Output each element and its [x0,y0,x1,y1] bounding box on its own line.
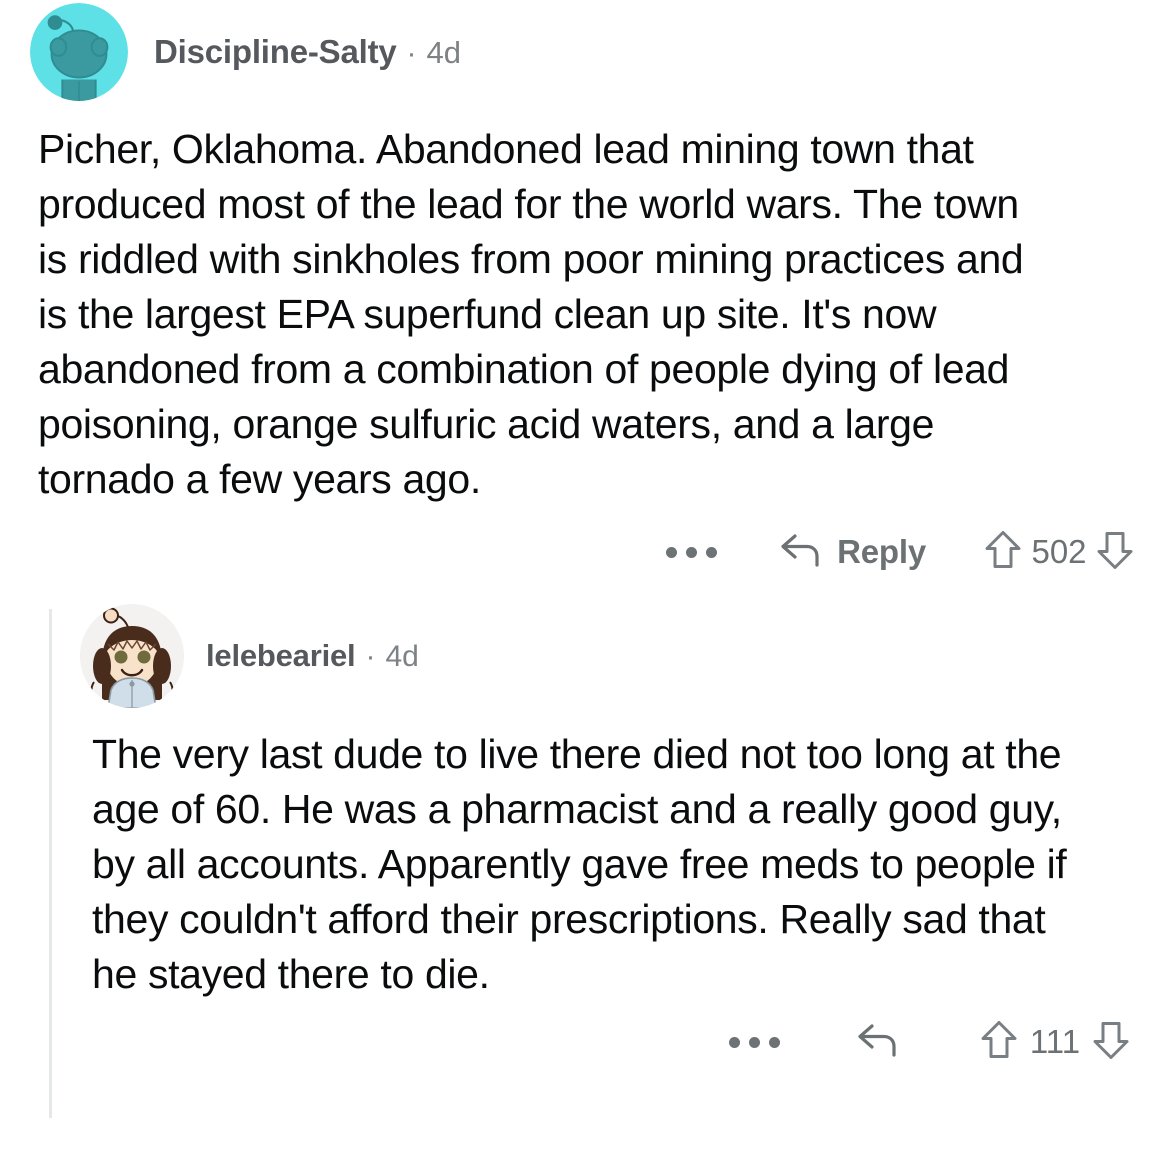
ellipsis-dot [666,546,678,558]
upvote-arrow-icon[interactable] [984,529,1022,576]
reply-label: Reply [837,533,926,570]
reply-arrow-icon [856,1021,900,1064]
avatar[interactable] [30,3,128,101]
comment-text: Picher, Oklahoma. Abandoned lead mining … [38,126,1024,502]
reply-header: lelebeariel · 4d [50,601,1170,711]
byline-separator: · [365,640,376,673]
ellipsis-dot [686,546,698,558]
byline: Discipline-Salty · 4d [154,33,461,71]
ellipsis-icon[interactable] [723,1027,786,1058]
comment-text: The very last dude to live there died no… [92,731,1067,997]
vote-count: 111 [1029,1023,1081,1060]
comment-timestamp: 4d [385,640,419,673]
byline-separator: · [406,37,417,70]
ellipsis-dot [749,1036,760,1048]
ellipsis-dot [769,1036,780,1048]
vote-group: 111 [980,1019,1130,1066]
comment-action-bar: Reply 502 [0,513,1170,591]
downvote-arrow-icon[interactable] [1096,529,1134,576]
comment-author[interactable]: Discipline-Salty [154,33,397,71]
comment-action-bar: 111 [50,1006,1170,1078]
byline: lelebeariel · 4d [206,638,419,674]
reply-button[interactable]: Reply [779,531,926,574]
comment-header: Discipline-Salty · 4d [0,0,1170,104]
comment-author[interactable]: lelebeariel [206,638,356,674]
reply-button[interactable] [856,1021,914,1064]
vote-group: 502 [984,529,1134,576]
vote-count: 502 [1031,533,1087,570]
avatar[interactable] [80,604,184,708]
downvote-arrow-icon[interactable] [1092,1019,1130,1066]
comment-root: Discipline-Salty · 4d Picher, Oklahoma. … [0,0,1170,591]
ellipsis-dot [729,1036,740,1048]
upvote-arrow-icon[interactable] [980,1019,1018,1066]
comment-timestamp: 4d [426,35,462,70]
thread-line[interactable] [49,609,52,1118]
ellipsis-dot [706,546,718,558]
reply-arrow-icon [779,531,823,574]
comment-reply: lelebeariel · 4d The very last dude to l… [0,601,1170,1118]
ellipsis-icon[interactable] [660,537,723,568]
comment-thread: Discipline-Salty · 4d Picher, Oklahoma. … [0,0,1170,1118]
